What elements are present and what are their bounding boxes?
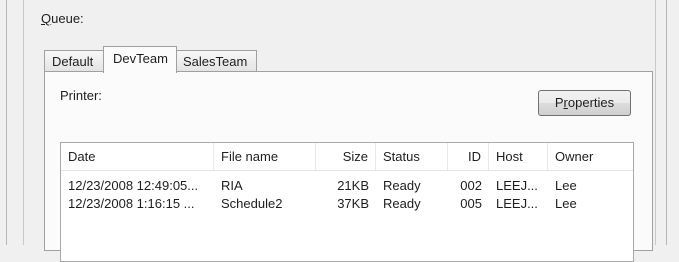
list-header: Date File name Size Status ID Host Owner bbox=[61, 143, 633, 171]
cell-date: 12/23/2008 1:16:15 ... bbox=[68, 196, 195, 211]
tab-salesteam[interactable]: SalesTeam bbox=[175, 50, 257, 71]
print-jobs-list[interactable]: Date File name Size Status ID Host Owner… bbox=[60, 142, 634, 262]
cell-owner: Lee bbox=[555, 178, 577, 193]
cell-file-name: RIA bbox=[221, 178, 243, 193]
tab-default[interactable]: Default bbox=[44, 50, 106, 71]
cell-file-name: Schedule2 bbox=[221, 196, 283, 211]
column-header-date[interactable]: Date bbox=[61, 143, 214, 170]
table-row[interactable]: 12/23/2008 1:16:15 ... Schedule2 37KB Re… bbox=[61, 195, 633, 213]
table-row[interactable]: 12/23/2008 12:49:05... RIA 21KB Ready 00… bbox=[61, 177, 633, 195]
cell-owner: Lee bbox=[555, 196, 577, 211]
queue-label-mnemonic: Q bbox=[41, 11, 52, 26]
cell-date: 12/23/2008 12:49:05... bbox=[68, 178, 199, 193]
column-header-status[interactable]: Status bbox=[376, 143, 448, 170]
tab-devteam[interactable]: DevTeam bbox=[103, 46, 177, 73]
cell-status: Ready bbox=[383, 196, 421, 211]
column-header-owner[interactable]: Owner bbox=[548, 143, 634, 170]
cell-id: 002 bbox=[460, 178, 482, 193]
properties-button-text-start: P bbox=[554, 95, 564, 110]
queue-label-text: ueue: bbox=[51, 11, 84, 26]
window-frame-left bbox=[6, 0, 24, 245]
properties-button[interactable]: Properties bbox=[538, 90, 631, 116]
cell-status: Ready bbox=[383, 178, 421, 193]
column-header-file-name[interactable]: File name bbox=[214, 143, 316, 170]
printer-label: Printer: bbox=[60, 88, 102, 103]
cell-size: 21KB bbox=[337, 178, 369, 193]
column-header-size[interactable]: Size bbox=[316, 143, 376, 170]
column-header-host[interactable]: Host bbox=[489, 143, 548, 170]
properties-button-text-end: operties bbox=[567, 95, 615, 110]
queue-label: Queue: bbox=[41, 11, 84, 26]
cell-host: LEEJ... bbox=[496, 178, 538, 193]
column-header-id[interactable]: ID bbox=[448, 143, 489, 170]
cell-host: LEEJ... bbox=[496, 196, 538, 211]
cell-size: 37KB bbox=[337, 196, 369, 211]
window-frame-right bbox=[655, 0, 667, 245]
cell-id: 005 bbox=[460, 196, 482, 211]
